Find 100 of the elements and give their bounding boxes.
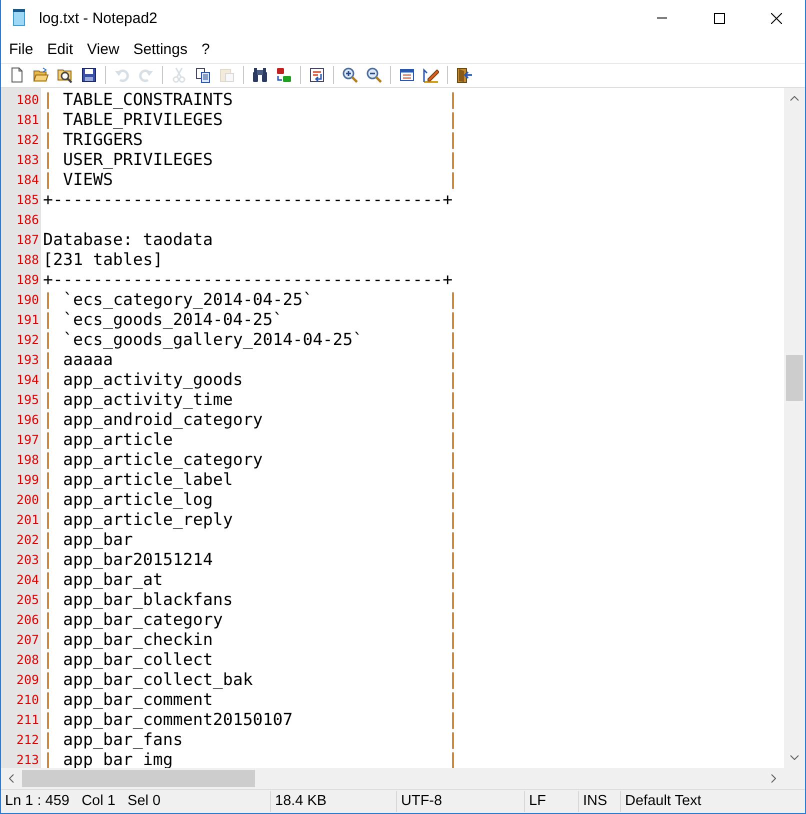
line-number: 192 [15,332,39,347]
line-number: 183 [15,152,39,167]
code-line: | app_activity_goods [43,370,244,389]
line-number: 213 [15,752,39,767]
line-number: 188 [15,252,39,267]
status-field: UTF-8 [397,791,525,812]
code-line: | app_bar_collect [43,650,214,669]
code-line: | app_article_reply [43,510,234,529]
code-line: | app_article_label [43,470,234,489]
scrollbar-thumb[interactable] [22,770,255,788]
line-number: 199 [15,472,39,487]
horizontal-scrollbar[interactable] [1,768,784,790]
line-number: 200 [15,492,39,507]
table-border: | [448,450,458,469]
line-number: 208 [15,652,39,667]
table-border: | [448,530,458,549]
code-line: | TABLE_CONSTRAINTS [43,90,234,109]
close-icon [771,12,782,24]
table-border: | [448,430,458,449]
code-line: | VIEWS [43,170,114,189]
window-title: log.txt - Notepad2 [39,10,158,26]
line-number: 184 [15,172,39,187]
line-number: 194 [15,372,39,387]
code-line: | USER_PRIVILEGES [43,150,214,169]
line-number: 197 [15,432,39,447]
notepad-icon [11,9,27,27]
code-line: | app_article [43,430,174,449]
menu-item[interactable]: View [80,40,126,58]
table-border: | [448,650,458,669]
table-border: | [448,290,458,309]
code-line: | `ecs_category_2014-04-25` [43,290,314,309]
table-border: | [448,730,458,749]
code-line: | `ecs_goods_gallery_2014-04-25` [43,330,364,349]
table-border: | [448,90,458,109]
line-number: 196 [15,412,39,427]
code-line: | app_bar_blackfans [43,590,234,609]
code-line: | app_bar_comment20150107 [43,710,294,729]
vertical-scrollbar[interactable] [784,88,805,768]
status-field: Default Text [621,791,805,812]
code-line: | app_bar_collect_bak [43,670,254,689]
code-line: | app_bar20151214 [43,550,214,569]
line-number: 189 [15,272,39,287]
line-number: 206 [15,612,39,627]
scrollbar-thumb[interactable] [786,355,803,402]
line-number: 211 [15,712,39,727]
code-line: | TABLE_PRIVILEGES [43,110,224,129]
table-border: | [448,150,458,169]
line-number: 204 [15,572,39,587]
status-field: LF [525,791,579,812]
menu-item[interactable]: Settings [126,40,194,58]
code-line: | aaaaa [43,350,114,369]
table-border: | [448,690,458,709]
menu-item[interactable]: Edit [40,40,80,58]
table-border: | [448,110,458,129]
line-number: 186 [15,212,39,227]
line-number: 203 [15,552,39,567]
code-line: | app_bar_comment [43,690,214,709]
status-field: Ln 1 : 459 Col 1 Sel 0 [1,791,271,812]
line-number: 195 [15,392,39,407]
menu-item[interactable]: ? [194,40,217,58]
table-border: | [448,330,458,349]
line-number: 185 [15,192,39,207]
table-border: | [448,370,458,389]
table-border: | [448,310,458,329]
line-number: 198 [15,452,39,467]
maximize-icon [714,12,725,24]
code-line: | app_article_category [43,450,264,469]
line-number: 181 [15,112,39,127]
table-border: | [448,550,458,569]
code-line: | app_bar_at [43,570,164,589]
code-line: | `ecs_goods_2014-04-25` [43,310,284,329]
table-border: | [448,670,458,689]
code-line: [231 tables] [43,250,164,269]
table-border: | [448,490,458,509]
table-border: | [448,710,458,729]
menu-item[interactable]: File [2,40,40,58]
table-border: | [448,510,458,529]
code-line: | app_bar_checkin [43,630,214,649]
line-number: 190 [15,292,39,307]
line-number: 209 [15,672,39,687]
line-number: 180 [15,92,39,107]
status-field: INS [579,791,621,812]
line-number: 187 [15,232,39,247]
line-number: 212 [15,732,39,747]
status-field: 18.4 KB [271,791,397,812]
line-number: 202 [15,532,39,547]
table-border: | [448,470,458,489]
code-line: | app_bar [43,530,134,549]
table-border: | [448,350,458,369]
line-number: 201 [15,512,39,527]
table-border: | [448,410,458,429]
line-number: 207 [15,632,39,647]
code-line: | TRIGGERS [43,130,144,149]
line-number: 205 [15,592,39,607]
table-border: | [448,390,458,409]
table-border: | [448,570,458,589]
code-line: | app_article_log [43,490,214,509]
code-line: | app_bar_fans [43,730,184,749]
code-line: | app_bar_category [43,610,224,629]
line-number: 193 [15,352,39,367]
